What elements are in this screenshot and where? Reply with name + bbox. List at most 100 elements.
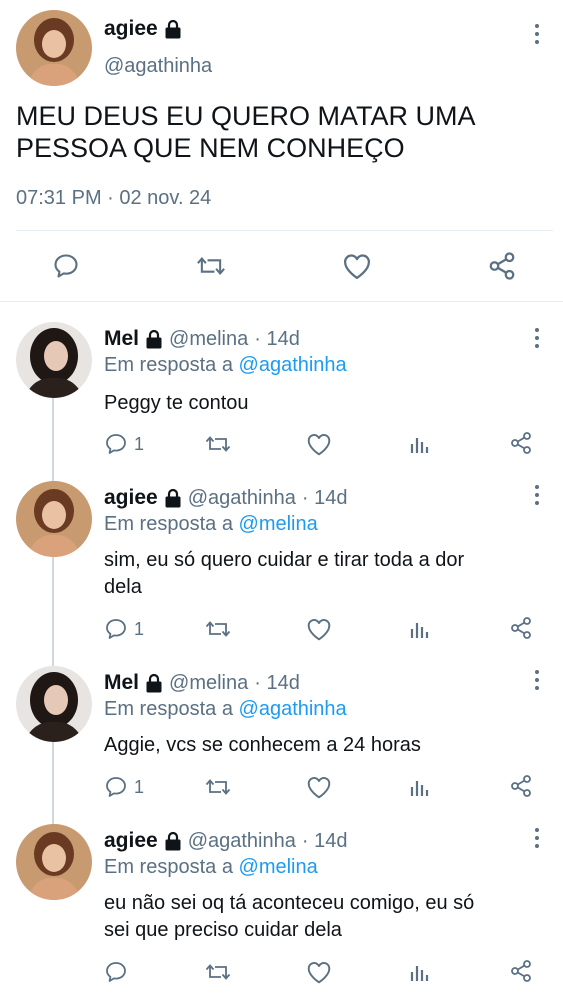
tweet-text-line: dela [104,576,142,598]
tweet-text-line: sei que preciso cuidar dela [104,919,342,941]
retweet-button[interactable] [204,432,232,461]
share-button[interactable] [509,616,533,645]
handle[interactable]: @agathinha [188,487,296,510]
mention-link[interactable]: @agathinha [239,698,347,720]
reply-tweet[interactable]: agiee @agathinha · 14d Em resposta a @me… [0,824,563,1000]
lock-icon [165,19,181,39]
reply-tweet[interactable]: Mel @melina · 14d Em resposta a @agathin… [0,322,563,472]
reply-button[interactable]: 1 [104,617,144,641]
more-icon[interactable] [527,666,547,694]
share-button[interactable] [509,774,533,803]
timestamp[interactable]: · 14d [254,672,300,695]
share-button[interactable] [509,431,533,460]
retweet-icon [197,257,225,275]
analytics-button[interactable] [409,618,431,645]
display-name[interactable]: Mel [104,671,139,695]
analytics-button[interactable] [409,433,431,460]
tweet-text: eu não sei oq tá aconteceu comigo, eu só… [104,890,474,944]
timestamp[interactable]: 07:31 PM · 02 nov. 24 [16,187,211,210]
retweet-button[interactable] [204,960,232,989]
reply-context: Em resposta a [104,698,233,720]
like-button[interactable] [306,617,332,646]
retweet-icon [205,621,231,637]
timestamp[interactable]: · 14d [302,830,348,853]
reply-tweet[interactable]: agiee @agathinha · 14d Em resposta a @me… [0,481,563,656]
like-button[interactable] [306,432,332,461]
reply-count: 1 [134,776,145,797]
share-button[interactable] [509,959,533,988]
retweet-icon [205,964,231,980]
tweet-text: sim, eu só quero cuidar e tirar toda a d… [104,547,464,601]
like-button[interactable] [306,775,332,804]
reply-tweet[interactable]: Mel @melina · 14d Em resposta a @agathin… [0,666,563,816]
avatar[interactable] [16,666,92,742]
retweet-icon [205,436,231,452]
more-icon[interactable] [527,824,547,852]
mention-link[interactable]: @melina [239,513,318,535]
like-icon [307,777,331,799]
avatar[interactable] [16,824,92,900]
lock-icon [165,488,181,508]
more-icon[interactable] [527,20,547,48]
reply-button[interactable]: 1 [104,775,144,799]
tweet-text-line: eu não sei oq tá aconteceu comigo, eu só [104,892,475,914]
handle[interactable]: @melina [169,672,248,695]
reply-icon [106,777,126,797]
retweet-icon [205,779,231,795]
analytics-icon [410,438,429,453]
retweet-button[interactable] [204,617,232,646]
avatar-photo [16,824,92,900]
handle[interactable]: @agathinha [104,55,212,78]
reply-icon [106,962,126,982]
avatar[interactable] [16,322,92,398]
display-name[interactable]: Mel [104,327,139,351]
reply-button[interactable] [52,252,80,285]
handle[interactable]: @agathinha [188,830,296,853]
reply-button[interactable]: 1 [104,432,144,456]
retweet-button[interactable] [204,775,232,804]
divider [16,230,553,231]
analytics-icon [410,623,429,638]
timestamp[interactable]: · 14d [302,487,348,510]
like-button[interactable] [306,960,332,989]
tweet-text: MEU DEUS EU QUERO MATAR UMA PESSOA QUE N… [16,100,476,164]
handle[interactable]: @melina [169,328,248,351]
share-icon [511,617,531,639]
tweet-text-line: Peggy te contou [104,392,249,414]
mention-link[interactable]: @agathinha [239,354,347,376]
reply-count: 1 [134,618,145,639]
mention-link[interactable]: @melina [239,856,318,878]
display-name[interactable]: agiee [104,829,158,853]
avatar-photo [16,10,92,86]
tweet-text-line: PESSOA QUE NEM CONHEÇO [16,133,405,163]
retweet-button[interactable] [195,252,227,285]
display-name[interactable]: agiee [104,17,158,41]
avatar-photo [16,666,92,742]
display-name[interactable]: agiee [104,486,158,510]
divider [0,301,563,302]
reply-icon [106,434,126,454]
avatar[interactable] [16,10,92,86]
analytics-icon [410,781,429,796]
reply-context: Em resposta a [104,354,233,376]
avatar[interactable] [16,481,92,557]
reply-context: Em resposta a [104,513,233,535]
tweet-text-line: MEU DEUS EU QUERO MATAR UMA [16,101,476,131]
like-button[interactable] [342,252,372,285]
timestamp[interactable]: · 14d [254,328,300,351]
analytics-button[interactable] [409,776,431,803]
lock-icon [146,673,162,693]
share-button[interactable] [487,251,517,286]
reply-context: Em resposta a [104,856,233,878]
more-icon[interactable] [527,481,547,509]
share-icon [511,775,531,797]
analytics-icon [410,966,429,981]
analytics-button[interactable] [409,961,431,988]
like-icon [344,254,370,279]
reply-icon [106,619,126,639]
more-icon[interactable] [527,324,547,352]
share-icon [489,252,515,280]
tweet-text: Peggy te contou [104,390,249,417]
avatar-photo [16,322,92,398]
reply-button[interactable] [104,960,134,984]
